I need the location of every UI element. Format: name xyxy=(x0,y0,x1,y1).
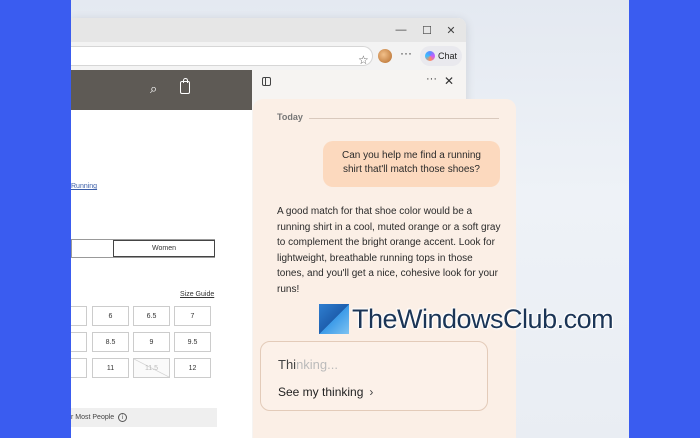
thinking-status-strong: Thi xyxy=(278,357,297,372)
chat-button-label: Chat xyxy=(438,51,458,61)
see-thinking-button[interactable]: See my thinking › xyxy=(278,385,373,399)
left-blue-strip xyxy=(0,0,71,438)
size-guide-link[interactable]: Size Guide xyxy=(180,291,214,298)
assistant-message: A good match for that shoe color would b… xyxy=(277,206,501,295)
address-bar[interactable]: ☆ xyxy=(71,46,373,67)
size-option[interactable]: 8.5 xyxy=(92,332,129,352)
date-separator-line xyxy=(309,118,499,119)
title-bar: — ☐ ✕ xyxy=(71,18,466,42)
sidebar-toggle-icon[interactable] xyxy=(262,77,271,86)
desktop: — ☐ ✕ ☆ ··· Chat ⌕ Running Women Size Gu… xyxy=(71,0,629,438)
maximize-button[interactable]: ☐ xyxy=(417,22,437,38)
pane-close-icon[interactable]: ✕ xyxy=(444,74,454,88)
chevron-right-icon: › xyxy=(369,385,374,399)
more-options-icon[interactable]: ··· xyxy=(400,46,412,60)
women-option[interactable]: Women xyxy=(113,240,215,257)
profile-avatar[interactable] xyxy=(378,49,392,63)
close-button[interactable]: ✕ xyxy=(441,22,461,38)
watermark-text: TheWindowsClub.com xyxy=(352,303,614,334)
pane-more-icon[interactable]: ··· xyxy=(426,73,437,85)
date-separator-label: Today xyxy=(277,112,303,122)
shop-header: ⌕ xyxy=(71,70,252,110)
size-option[interactable]: 12 xyxy=(174,358,211,378)
fit-info-label: r Most People xyxy=(71,414,115,421)
size-option[interactable]: 5 xyxy=(71,306,87,326)
browser-toolbar: ☆ ··· Chat xyxy=(71,42,466,70)
thinking-status: Thinking... xyxy=(278,357,338,372)
search-icon[interactable]: ⌕ xyxy=(150,81,157,97)
size-option[interactable]: 11 xyxy=(92,358,129,378)
size-option[interactable]: 9 xyxy=(133,332,170,352)
size-option[interactable]: 5 xyxy=(71,358,87,378)
size-option[interactable] xyxy=(71,332,87,352)
fit-info-row: r Most People i xyxy=(71,408,217,427)
gender-selector: Women xyxy=(71,239,215,258)
minimize-button[interactable]: — xyxy=(391,22,411,38)
size-option[interactable]: 6 xyxy=(92,306,129,326)
user-message: Can you help me find a running shirt tha… xyxy=(323,141,500,187)
running-link[interactable]: Running xyxy=(71,183,97,190)
copilot-header: ··· ✕ xyxy=(252,70,466,96)
size-option[interactable]: 9.5 xyxy=(174,332,211,352)
right-blue-strip xyxy=(629,0,700,438)
info-icon[interactable]: i xyxy=(118,413,128,422)
size-option[interactable]: 7 xyxy=(174,306,211,326)
shopping-bag-icon[interactable] xyxy=(180,78,190,94)
size-option-unavailable: 11.5 xyxy=(133,358,170,378)
favorite-star-icon[interactable]: ☆ xyxy=(358,53,369,67)
size-option[interactable]: 6.5 xyxy=(133,306,170,326)
copilot-icon xyxy=(425,51,435,61)
watermark-logo-icon xyxy=(319,304,349,334)
thinking-card: Thinking... See my thinking › xyxy=(260,341,488,411)
shop-page: ⌕ Running Women Size Guide 5 6 6.5 7 8.5… xyxy=(71,70,252,438)
thinking-status-fade: nking... xyxy=(296,357,338,372)
chat-button[interactable]: Chat xyxy=(420,46,462,66)
watermark: TheWindowsClub.com xyxy=(319,302,614,336)
see-thinking-label: See my thinking xyxy=(278,385,364,399)
